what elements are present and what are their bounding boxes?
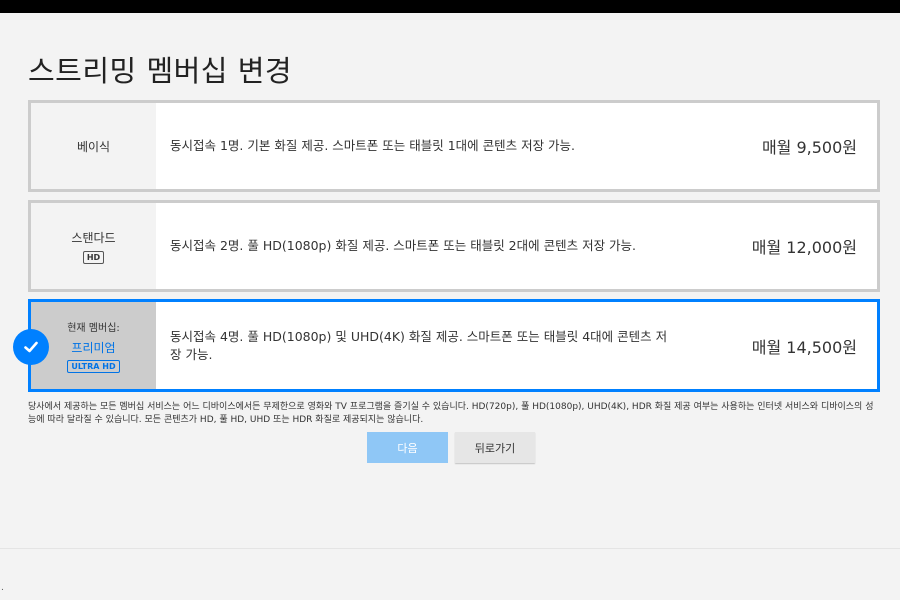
plan-name-cell: 베이식 xyxy=(31,103,156,189)
footer-dot: . xyxy=(1,583,4,593)
plan-price: 매월 14,500원 xyxy=(751,337,857,357)
footer-divider xyxy=(0,548,900,549)
back-button[interactable]: 뒤로가기 xyxy=(455,432,535,463)
hd-badge: HD xyxy=(82,250,105,264)
next-button[interactable]: 다음 xyxy=(367,432,448,463)
plan-name-cell: 스탠다드 HD xyxy=(31,203,156,289)
plan-name: 베이식 xyxy=(76,139,111,154)
plan-description: 동시접속 4명. 풀 HD(1080p) 및 UHD(4K) 화질 제공. 스마… xyxy=(170,328,668,362)
plan-price: 매월 9,500원 xyxy=(761,138,857,157)
checkmark-glyph xyxy=(24,341,38,353)
plan-premium[interactable]: 현재 멤버십: 프리미엄 ULTRA HD 동시접속 4명. 풀 HD(1080… xyxy=(28,299,880,392)
page-title: 스트리밍 멤버십 변경 xyxy=(28,54,293,88)
ultra-hd-badge: ULTRA HD xyxy=(67,359,120,373)
plan-description: 동시접속 1명. 기본 화질 제공. 스마트폰 또는 태블릿 1대에 콘텐츠 저… xyxy=(170,138,576,153)
top-bar xyxy=(0,0,900,13)
plan-name-cell: 현재 멤버십: 프리미엄 ULTRA HD xyxy=(31,302,156,389)
plan-name: 스탠다드 xyxy=(71,230,116,245)
plan-name: 프리미엄 xyxy=(71,340,116,355)
plan-basic[interactable]: 베이식 동시접속 1명. 기본 화질 제공. 스마트폰 또는 태블릿 1대에 콘… xyxy=(28,100,880,192)
checkmark-icon xyxy=(13,329,49,365)
current-membership-label: 현재 멤버십: xyxy=(67,322,120,334)
plan-description: 동시접속 2명. 풀 HD(1080p) 화질 제공. 스마트폰 또는 태블릿 … xyxy=(170,238,637,253)
plan-price: 매월 12,000원 xyxy=(751,238,857,257)
plan-standard[interactable]: 스탠다드 HD 동시접속 2명. 풀 HD(1080p) 화질 제공. 스마트폰… xyxy=(28,200,880,292)
streaming-quality-disclaimer: 당사에서 제공하는 모든 멤버십 서비스는 어느 디바이스에서든 무제한으로 영… xyxy=(28,402,874,425)
